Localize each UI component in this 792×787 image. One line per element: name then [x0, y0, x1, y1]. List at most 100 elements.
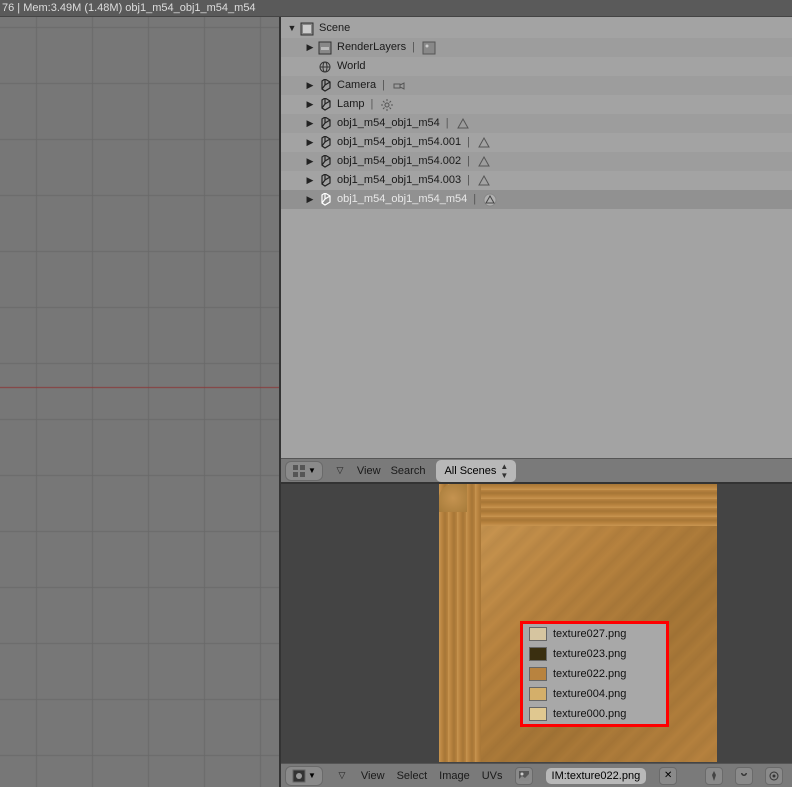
- layers-icon: [317, 40, 333, 56]
- expander-icon[interactable]: ▶: [303, 133, 317, 152]
- expander-icon[interactable]: ▶: [303, 76, 317, 95]
- outliner-item-label: RenderLayers: [337, 38, 406, 57]
- object-icon: [317, 97, 333, 113]
- separator: |: [467, 133, 470, 152]
- outliner-tree: ▼ Scene ▶RenderLayers|World▶Camera|▶Lamp…: [281, 17, 792, 209]
- texture-name: texture022.png: [553, 668, 626, 680]
- lamp-icon: [379, 97, 395, 113]
- image-popup-item[interactable]: texture027.png: [523, 624, 666, 644]
- separator: |: [446, 114, 449, 133]
- outliner-row[interactable]: World: [281, 57, 792, 76]
- object-icon: [317, 78, 333, 94]
- image-icon: [421, 40, 437, 56]
- texture-name: texture004.png: [553, 688, 626, 700]
- view-menu[interactable]: View: [361, 770, 385, 782]
- scene-icon: [299, 21, 315, 37]
- image-popup-item[interactable]: texture023.png: [523, 644, 666, 664]
- image-popup-item[interactable]: texture004.png: [523, 684, 666, 704]
- image-name-field[interactable]: IM:texture022.png: [545, 767, 648, 785]
- view-menu[interactable]: View: [357, 465, 381, 477]
- texture-swatch: [529, 687, 547, 701]
- image-popup-item[interactable]: texture000.png: [523, 704, 666, 724]
- separator: |: [467, 152, 470, 171]
- uvs-menu[interactable]: UVs: [482, 770, 503, 782]
- expander-icon[interactable]: ▶: [303, 190, 317, 209]
- mesh-icon: [455, 116, 471, 132]
- separator: |: [371, 95, 374, 114]
- expander-icon[interactable]: ▼: [285, 19, 299, 38]
- chevron-updown-icon: ▲▼: [500, 462, 508, 480]
- outliner-row-scene[interactable]: ▼ Scene: [281, 19, 792, 38]
- outliner-item-label: World: [337, 57, 366, 76]
- outliner-type-dropdown[interactable]: ▼: [285, 461, 323, 481]
- outliner-item-label: Lamp: [337, 95, 365, 114]
- texture-swatch: [529, 627, 547, 641]
- texture-name: texture000.png: [553, 708, 626, 720]
- object-icon: [317, 154, 333, 170]
- snap-button[interactable]: [735, 767, 753, 785]
- image-browse-popup: texture027.png texture023.png texture022.p…: [520, 621, 669, 727]
- camera-icon: [391, 78, 407, 94]
- outliner-item-label: obj1_m54_obj1_m54: [337, 114, 440, 133]
- separator: |: [412, 38, 415, 57]
- texture-swatch: [529, 707, 547, 721]
- expander-icon[interactable]: ▶: [303, 95, 317, 114]
- expander-icon[interactable]: ▶: [303, 38, 317, 57]
- separator: |: [467, 171, 470, 190]
- outliner-item-label: Camera: [337, 76, 376, 95]
- separator: |: [382, 76, 385, 95]
- proportional-button[interactable]: [765, 767, 783, 785]
- texture-swatch: [529, 667, 547, 681]
- 3d-viewport[interactable]: [0, 17, 279, 787]
- unlink-button[interactable]: ✕: [659, 767, 677, 785]
- object-icon: [317, 116, 333, 132]
- info-header: 76 | Mem:3.49M (1.48M) obj1_m54_obj1_m54…: [0, 0, 792, 17]
- outliner-row[interactable]: ▶ obj1_m54_obj1_m54.003 |: [281, 171, 792, 190]
- outliner-row[interactable]: ▶ obj1_m54_obj1_m54.001 |: [281, 133, 792, 152]
- image-editor-footer: ▼ ▽ View Select Image UVs IM:texture022.…: [281, 763, 792, 787]
- menu-toggle-icon[interactable]: ▽: [333, 465, 347, 476]
- expander-icon[interactable]: ▶: [303, 171, 317, 190]
- outliner-item-label: obj1_m54_obj1_m54.001: [337, 133, 461, 152]
- image-browse-button[interactable]: [515, 767, 533, 785]
- texture-swatch: [529, 647, 547, 661]
- outliner-panel: ▼ Scene ▶RenderLayers|World▶Camera|▶Lamp…: [281, 17, 792, 482]
- filter-label: All Scenes: [444, 465, 496, 477]
- outliner-item-label: obj1_m54_obj1_m54_m54: [337, 190, 467, 209]
- mesh-icon: [476, 135, 492, 151]
- outliner-row[interactable]: ▶ RenderLayers |: [281, 38, 792, 57]
- texture-name: texture027.png: [553, 628, 626, 640]
- texture-name: texture023.png: [553, 648, 626, 660]
- outliner-footer: ▼ ▽ View Search All Scenes ▲▼: [281, 458, 792, 482]
- mesh-icon: [476, 173, 492, 189]
- image-canvas[interactable]: texture027.png texture023.png texture022.p…: [281, 484, 792, 763]
- expander-icon[interactable]: ▶: [303, 152, 317, 171]
- horizontal-splitter[interactable]: [281, 482, 792, 484]
- outliner-row[interactable]: ▶ obj1_m54_obj1_m54.002 |: [281, 152, 792, 171]
- expander-icon[interactable]: ▶: [303, 114, 317, 133]
- outliner-row[interactable]: ▶ Lamp |: [281, 95, 792, 114]
- outliner-item-label: obj1_m54_obj1_m54.003: [337, 171, 461, 190]
- object-icon: [317, 135, 333, 151]
- menu-toggle-icon[interactable]: ▽: [335, 770, 349, 781]
- outliner-row[interactable]: ▶ obj1_m54_obj1_m54 |: [281, 114, 792, 133]
- world-icon: [317, 59, 333, 75]
- image-editor-panel: texture027.png texture023.png texture022.p…: [281, 482, 792, 787]
- image-menu[interactable]: Image: [439, 770, 470, 782]
- outliner-row[interactable]: ▶ Camera |: [281, 76, 792, 95]
- outliner-item-label: obj1_m54_obj1_m54.002: [337, 152, 461, 171]
- image-popup-item[interactable]: texture022.png: [523, 664, 666, 684]
- outliner-row[interactable]: ▶obj1_m54_obj1_m54_m54|: [281, 190, 792, 209]
- editor-type-dropdown[interactable]: ▼: [285, 766, 323, 786]
- viewport-grid: [0, 17, 279, 787]
- scene-label: Scene: [319, 19, 350, 38]
- object-icon: [317, 192, 333, 208]
- select-menu[interactable]: Select: [397, 770, 428, 782]
- header-text: 76 | Mem:3.49M (1.48M) obj1_m54_obj1_m54…: [2, 2, 256, 14]
- pin-button[interactable]: [705, 767, 723, 785]
- filter-select[interactable]: All Scenes ▲▼: [435, 459, 517, 483]
- image-name-text: IM:texture022.png: [552, 770, 641, 782]
- search-menu[interactable]: Search: [391, 465, 426, 477]
- mesh-icon: [476, 154, 492, 170]
- mesh-sel-icon: [482, 192, 498, 208]
